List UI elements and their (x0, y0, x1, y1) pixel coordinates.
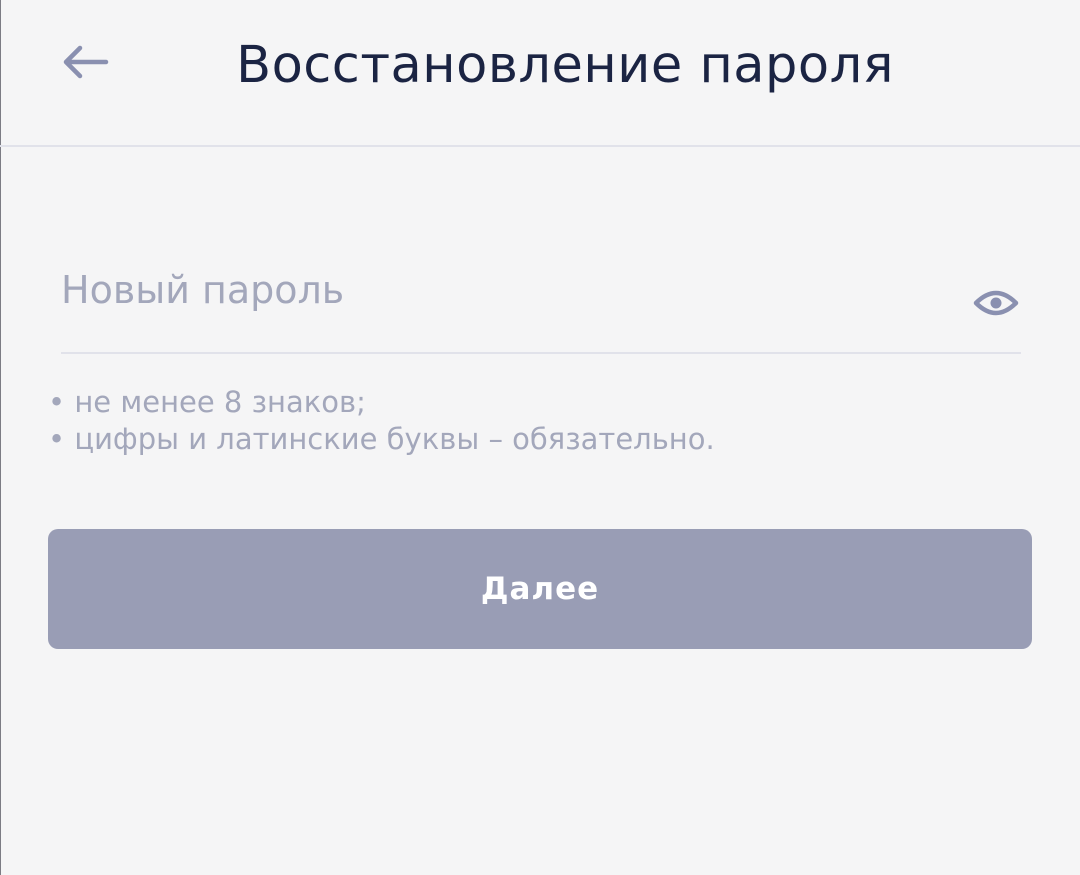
page-title: Восстановление пароля (236, 36, 894, 95)
password-requirements: • не менее 8 знаков; • цифры и латинские… (48, 384, 948, 458)
field-underline (61, 352, 1021, 354)
new-password-input[interactable] (61, 250, 941, 330)
hint-min-length: • не менее 8 знаков; (48, 385, 366, 419)
new-password-field (61, 250, 1021, 354)
hint-digits-latin: • цифры и латинские буквы – обязательно. (48, 422, 715, 456)
next-button[interactable]: Далее (48, 529, 1032, 649)
show-password-toggle[interactable] (966, 278, 1026, 328)
eye-icon (973, 290, 1019, 316)
header: Восстановление пароля (0, 0, 1080, 145)
header-divider (0, 145, 1080, 147)
